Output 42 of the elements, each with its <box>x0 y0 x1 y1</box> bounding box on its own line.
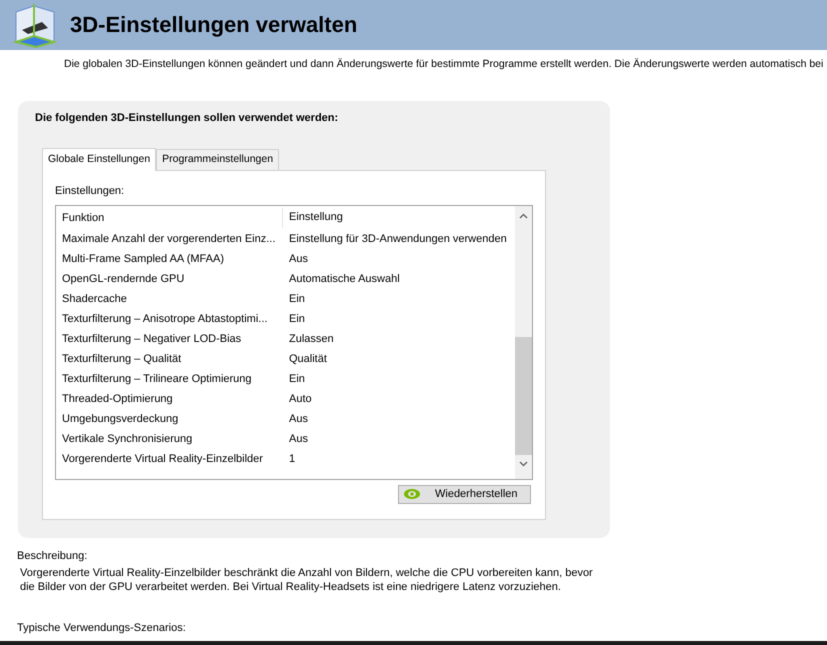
setting-cell-text: Aus <box>288 252 308 268</box>
setting-cell-text: Einstellung für 3D-Anwendungen verwenden <box>288 232 507 248</box>
feature-cell-text: Threaded-Optimierung <box>61 392 174 408</box>
scrollbar[interactable] <box>515 206 532 478</box>
setting-cell-text: 1 <box>288 452 296 468</box>
description-label: Beschreibung: <box>17 548 88 564</box>
feature-cell-text: Texturfilterung – Negativer LOD-Bias <box>61 332 242 348</box>
feature-cell-text: Texturfilterung – Qualität <box>61 352 182 368</box>
description-text: Vorgerenderte Virtual Reality-Einzelbilder beschränkt die Anzahl von Bildern, welche die CPU vorbereiten kann, bevor die Bilder von der GPU verarbeitet werden. Bei Virtual Reality-Headsets ist eine niedrigere Latenz vorzuziehen. <box>20 566 594 594</box>
feature-cell-text: Shadercache <box>61 292 128 308</box>
setting-cell-text: Qualität <box>288 352 327 368</box>
feature-cell-text: OpenGL-rendernde GPU <box>61 272 186 288</box>
scroll-thumb[interactable] <box>515 336 532 454</box>
panel-heading: Die folgenden 3D-Einstellungen sollen verwendet werden: <box>35 110 340 126</box>
column-header[interactable]: Funktion <box>56 208 283 228</box>
feature-cell-text: Multi-Frame Sampled AA (MFAA) <box>61 252 225 268</box>
setting-cell-text: Automatische Auswahl <box>288 272 400 288</box>
scroll-down-icon[interactable] <box>519 460 528 466</box>
tab[interactable]: Globale Einstellungen <box>42 148 156 171</box>
feature-cell-text: Vorgerenderte Virtual Reality-Einzelbilder <box>61 452 264 468</box>
feature-cell-text: Texturfilterung – Trilineare Optimierung <box>61 372 253 388</box>
tab[interactable]: Programmeinstellungen <box>156 149 280 170</box>
column-header[interactable]: Einstellung <box>283 209 343 226</box>
setting-cell-text: Ein <box>288 292 305 308</box>
setting-cell-text: Ein <box>288 372 305 388</box>
feature-cell-text: Texturfilterung – Anisotrope Abtastoptimi... <box>61 312 268 328</box>
feature-cell-text: Maximale Anzahl der vorgerenderten Einz... <box>61 232 276 248</box>
setting-cell-text: Ein <box>288 312 305 328</box>
usage-label: Typische Verwendungs-Szenarios: <box>17 622 186 635</box>
feature-cell-text: Vertikale Synchronisierung <box>61 432 194 448</box>
feature-cell-text: Umgebungsverdeckung <box>61 412 180 428</box>
scroll-up-icon[interactable] <box>519 212 528 218</box>
eye-logo-icon <box>403 488 421 500</box>
setting-cell-text: Aus <box>288 412 308 428</box>
list-label: Einstellungen: <box>55 184 126 199</box>
page-title: 3D-Einstellungen verwalten <box>70 12 358 38</box>
setting-cell-text: Zulassen <box>288 332 334 348</box>
intro-text: Die globalen 3D-Einstellungen können geändert und dann Änderungswerte für bestimmte Programme erstellt werden. Die Änderungswerte werden automatisch bei <box>63 57 824 72</box>
setting-cell-text: Aus <box>288 432 308 448</box>
cube-icon <box>10 2 60 48</box>
setting-cell-text: Auto <box>288 392 312 408</box>
restore-button[interactable]: Wiederherstellen <box>398 484 531 504</box>
